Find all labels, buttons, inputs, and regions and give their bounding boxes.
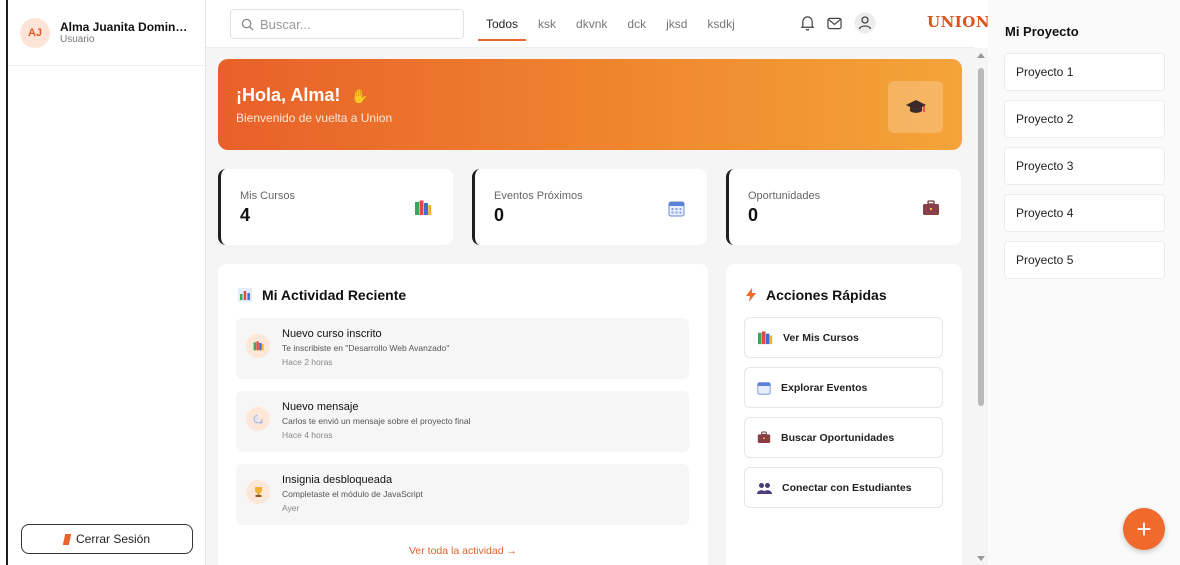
welcome-title: ¡Hola, Alma! ✋ [236,85,369,106]
activity-item[interactable]: Nuevo mensaje Carlos te envió un mensaje… [236,391,689,452]
project-item[interactable]: Proyecto 4 [1004,194,1165,232]
stat-value: 0 [494,205,505,225]
project-item[interactable]: Proyecto 3 [1004,147,1165,185]
header-actions [800,12,876,34]
activity-title: Mi Actividad Reciente [238,287,406,303]
project-item[interactable]: Proyecto 2 [1004,100,1165,138]
view-courses-button[interactable]: Ver Mis Cursos [744,317,943,358]
activity-desc: Carlos te envió un mensaje sobre el proy… [282,416,471,426]
tab-ksdkj[interactable]: ksdkj [697,0,744,48]
activity-title: Nuevo mensaje [282,401,359,413]
tab-dck[interactable]: dck [617,0,656,48]
graduation-cap-icon [888,81,943,133]
plus-icon: + [1136,513,1152,544]
tab-dkvnk[interactable]: dkvnk [566,0,617,48]
books-icon [246,334,270,358]
quick-actions-title: Acciones Rápidas [746,287,887,303]
quick-actions-title-text: Acciones Rápidas [766,287,887,303]
scroll-up-arrow-icon[interactable] [977,53,985,58]
activity-item[interactable]: Insignia desbloqueada Completaste el mód… [236,464,689,525]
filter-tabs: Todos ksk dkvnk dck jksd ksdkj [476,0,745,48]
activity-item[interactable]: Nuevo curso inscrito Te inscribiste en "… [236,318,689,379]
stat-label: Mis Cursos [240,190,296,202]
explore-events-button[interactable]: Explorar Eventos [744,367,943,408]
quick-action-label: Buscar Oportunidades [781,431,895,444]
books-icon [758,330,773,344]
logout-label: Cerrar Sesión [75,532,151,546]
briefcase-icon [923,200,939,215]
main-scrollbar[interactable] [974,48,988,565]
user-profile[interactable]: AJ Alma Juanita Doming... Usuario [8,0,205,66]
briefcase-icon [757,431,771,443]
mail-icon[interactable] [827,17,842,30]
activity-time: Ayer [282,503,300,513]
main-content: ¡Hola, Alma! ✋ Bienvenido de vuelta a Un… [206,48,974,565]
stat-label: Eventos Próximos [494,190,583,202]
sidebar: AJ Alma Juanita Doming... Usuario Cerrar… [8,0,206,565]
people-icon [757,482,772,494]
recent-activity-panel: Mi Actividad Reciente Nuevo curso inscri… [218,264,708,565]
top-bar: Todos ksk dkvnk dck jksd ksdkj UNION [206,0,990,48]
quick-action-label: Ver Mis Cursos [783,331,859,344]
project-item[interactable]: Proyecto 5 [1004,241,1165,279]
trophy-icon [246,480,270,504]
projects-panel: Mi Proyecto Proyecto 1 Proyecto 2 Proyec… [988,0,1180,565]
activity-title-text: Mi Actividad Reciente [262,287,407,303]
message-icon [246,407,270,431]
avatar: AJ [20,17,50,48]
search-input[interactable] [260,16,450,32]
quick-action-label: Conectar con Estudiantes [782,481,912,494]
tab-jksd[interactable]: jksd [656,0,697,48]
activity-time: Hace 2 horas [282,357,333,367]
lightning-icon [746,288,756,302]
logout-button[interactable]: Cerrar Sesión [21,524,193,554]
activity-desc: Completaste el módulo de JavaScript [282,489,423,499]
user-name: Alma Juanita Doming... [60,20,190,34]
stat-card-events[interactable]: Eventos Próximos 0 [472,169,707,245]
user-icon[interactable] [854,12,876,34]
projects-title: Mi Proyecto [1005,24,1079,39]
activity-title: Insignia desbloqueada [282,474,393,486]
wave-icon: ✋ [351,88,369,104]
quick-action-label: Explorar Eventos [781,381,868,394]
books-icon [415,200,432,215]
user-role: Usuario [60,34,95,45]
activity-title: Nuevo curso inscrito [282,328,382,340]
stat-value: 4 [240,205,251,225]
stat-card-opportunities[interactable]: Oportunidades 0 [726,169,961,245]
stat-value: 0 [748,205,759,225]
welcome-banner: ¡Hola, Alma! ✋ Bienvenido de vuelta a Un… [218,59,962,150]
brand-logo[interactable]: UNION [927,13,990,31]
window-frame [0,0,8,565]
tab-todos[interactable]: Todos [476,0,528,48]
search-opportunities-button[interactable]: Buscar Oportunidades [744,417,943,458]
scroll-thumb[interactable] [978,68,984,406]
search-box[interactable] [230,9,464,39]
bar-chart-icon [238,288,252,302]
scroll-down-arrow-icon[interactable] [977,556,985,561]
connect-students-button[interactable]: Conectar con Estudiantes [744,467,943,508]
project-item[interactable]: Proyecto 1 [1004,53,1165,91]
welcome-title-text: ¡Hola, Alma! [236,85,341,105]
search-icon [241,18,254,31]
calendar-icon [757,381,771,395]
bell-icon[interactable] [800,15,815,31]
door-icon [62,533,72,545]
stat-label: Oportunidades [748,190,821,202]
quick-actions-panel: Acciones Rápidas Ver Mis Cursos Explorar… [726,264,962,565]
calendar-icon [668,201,685,217]
see-all-activity-link[interactable]: Ver toda la actividad → [218,545,708,557]
activity-time: Hace 4 horas [282,430,333,440]
stat-card-courses[interactable]: Mis Cursos 4 [218,169,453,245]
add-project-button[interactable]: + [1123,508,1165,550]
activity-desc: Te inscribiste en "Desarrollo Web Avanza… [282,343,450,353]
welcome-subtitle: Bienvenido de vuelta a Union [236,111,393,125]
tab-ksk[interactable]: ksk [528,0,566,48]
